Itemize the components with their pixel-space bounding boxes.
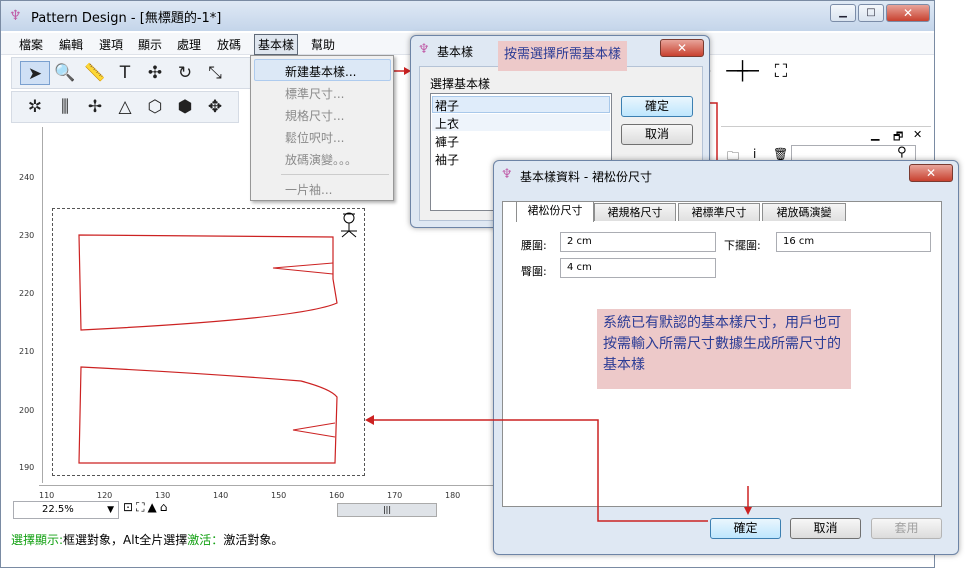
ruler-label: 170 <box>387 491 403 500</box>
list-label: 選擇基本樣 <box>430 77 491 91</box>
zoom-value: 22.5% <box>42 504 74 515</box>
app-icon: ♆ <box>501 167 513 182</box>
status-mode: 選擇顯示: <box>11 533 64 547</box>
status-activate-hint: 激活對象。 <box>223 533 284 547</box>
menu-item-new-basic[interactable]: 新建基本樣... <box>285 63 356 80</box>
list-item[interactable]: 上衣 <box>435 115 459 132</box>
basic-pattern-menu: 新建基本樣... 標準尺寸... 規格尺寸... 鬆位呎吋... 放碼演變。。。… <box>250 55 394 201</box>
tab-standard-size[interactable]: 裙標準尺寸 <box>678 203 760 221</box>
menu-item-grading[interactable]: 放碼演變。。。 <box>285 151 357 168</box>
ruler-label: 180 <box>445 491 461 500</box>
menu-item-spec-size[interactable]: 規格尺寸... <box>285 107 344 124</box>
status-activate: 激活： <box>187 533 224 547</box>
waist-label: 腰圍: <box>521 239 547 252</box>
zoom-select[interactable]: 22.5% ▼ <box>13 501 119 519</box>
tab-spec-size[interactable]: 裙規格尺寸 <box>594 203 676 221</box>
hem-label: 下擺圍: <box>724 239 761 252</box>
bottom-ruler: 110 120 130 140 150 160 170 180 190 <box>39 485 510 501</box>
ok-button[interactable]: 確定 <box>621 96 693 117</box>
dialog-close-button[interactable]: ✕ <box>660 39 704 57</box>
dialog-title: 基本樣 <box>437 45 474 59</box>
list-item[interactable]: 褲子 <box>435 133 459 150</box>
expand-icon[interactable]: ⛶ <box>136 500 147 514</box>
callout-default-sizes: 系統已有默認的基本樣尺寸，用戶也可按需輸入所需尺寸數據生成所需尺寸的基本樣 <box>597 309 851 389</box>
status-hint: 框選對象，Alt全片選擇 <box>63 533 188 547</box>
front-dart <box>272 262 334 275</box>
chevron-down-icon: ▼ <box>107 505 114 515</box>
hip-input[interactable]: 4 cm <box>560 258 716 278</box>
list-item[interactable]: 袖子 <box>435 151 459 168</box>
cancel-button[interactable]: 取消 <box>790 518 861 539</box>
skirt-back-piece <box>78 366 338 464</box>
skirt-front-piece <box>78 234 338 331</box>
list-item[interactable]: 裙子 <box>435 97 459 114</box>
menu-item-ease-size[interactable]: 鬆位呎吋... <box>285 129 344 146</box>
ruler-label: 160 <box>329 491 345 500</box>
apply-button[interactable]: 套用 <box>871 518 942 539</box>
tab-grading[interactable]: 裙放碼演變 <box>762 203 846 221</box>
landscape-icon[interactable]: ▲ <box>147 500 159 514</box>
ruler-label: 150 <box>271 491 287 500</box>
dialog-close-button[interactable]: ✕ <box>909 164 953 182</box>
waist-input[interactable]: 2 cm <box>560 232 716 252</box>
menu-item-one-piece-sleeve[interactable]: 一片袖... <box>285 181 332 198</box>
hem-input[interactable]: 16 cm <box>776 232 931 252</box>
hip-label: 臀圍: <box>521 265 547 278</box>
fit-icon[interactable]: ⊡ <box>123 500 136 514</box>
person-icon <box>341 212 357 238</box>
ok-button[interactable]: 確定 <box>710 518 781 539</box>
tab-ease-size[interactable]: 裙松份尺寸 <box>516 201 594 222</box>
status-text: 選擇顯示:框選對象，Alt全片選擇激活：激活對象。 <box>11 531 283 548</box>
horizontal-scrollbar[interactable]: ||| <box>337 503 437 517</box>
callout-select-pattern: 按需選擇所需基本樣 <box>498 41 628 71</box>
ruler-label: 110 <box>39 491 55 500</box>
cancel-button[interactable]: 取消 <box>621 124 693 145</box>
menu-item-standard-size[interactable]: 標準尺寸... <box>285 85 344 102</box>
ruler-label: 140 <box>213 491 229 500</box>
ruler-label: 120 <box>97 491 113 500</box>
dialog-title: 基本樣資料 - 裙松份尺寸 <box>520 170 652 184</box>
view-icons: ⊡⛶▲⌂ <box>123 500 170 515</box>
house-icon[interactable]: ⌂ <box>160 500 171 514</box>
app-icon: ♆ <box>418 42 430 57</box>
menu-separator <box>281 174 389 175</box>
ruler-label: 130 <box>155 491 171 500</box>
back-dart <box>292 422 336 438</box>
